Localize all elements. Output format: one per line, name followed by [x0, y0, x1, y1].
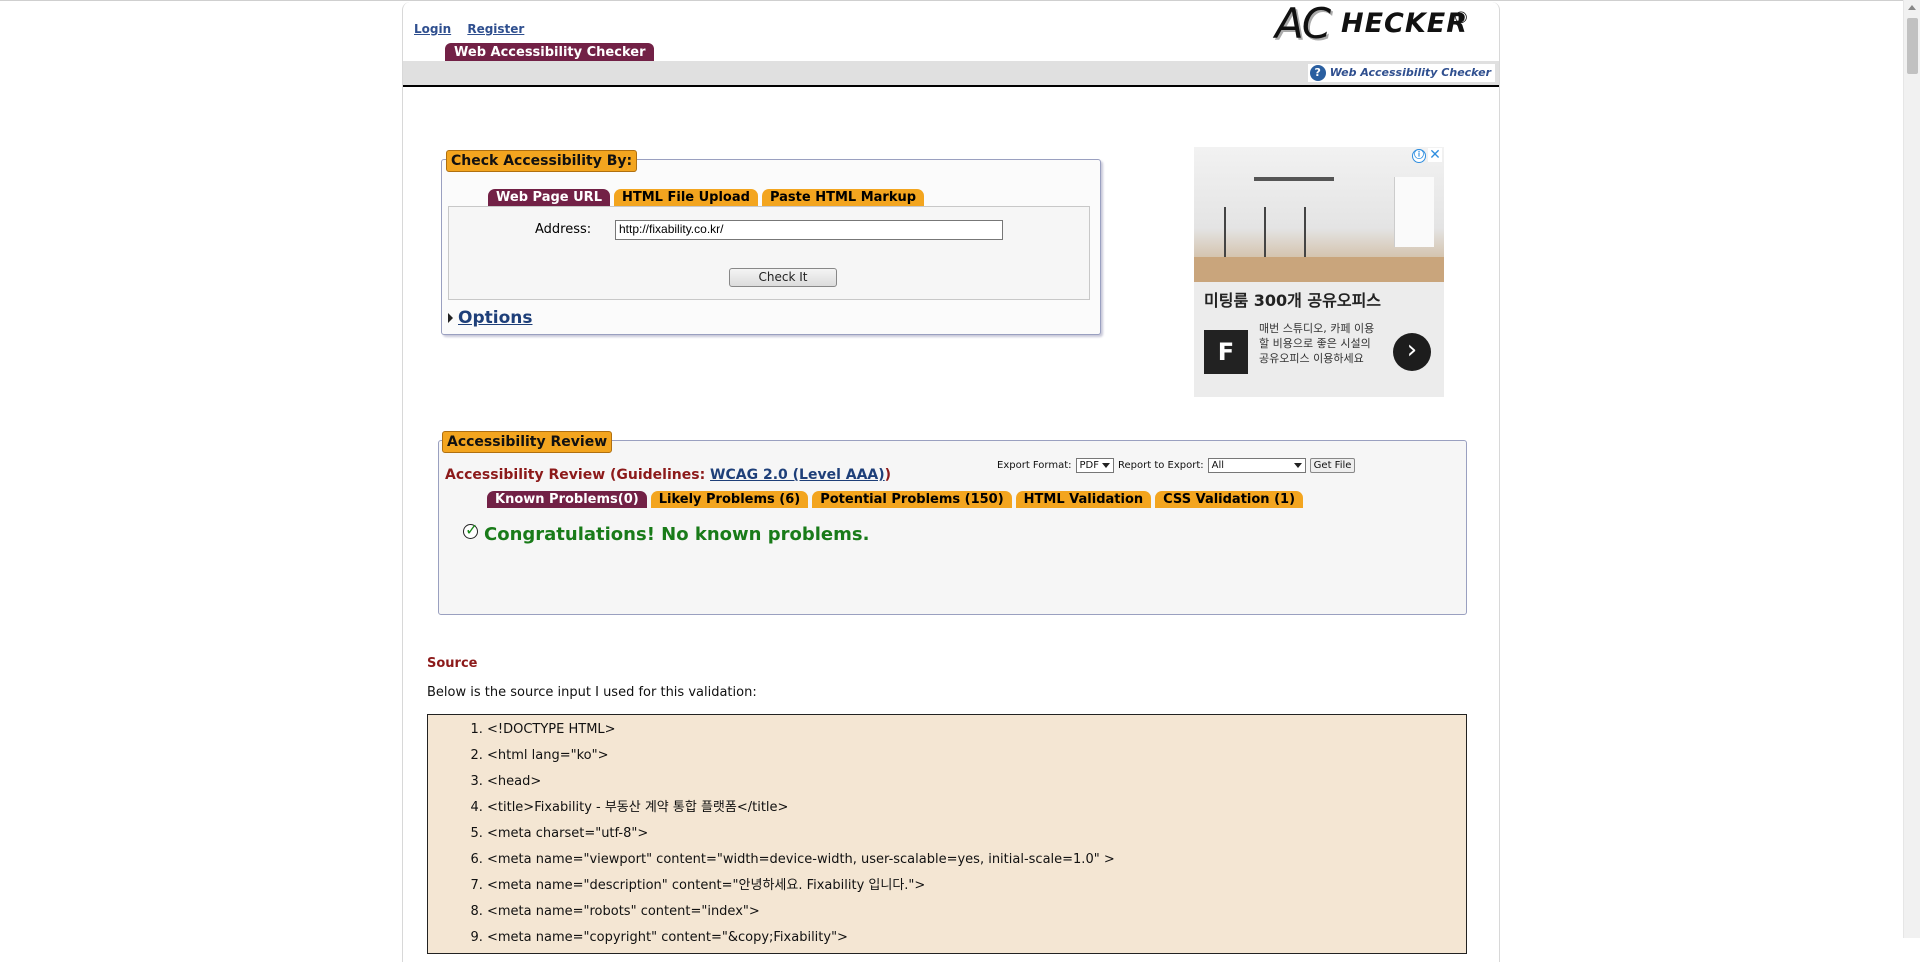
- source-line: <meta charset="utf-8">: [487, 825, 1466, 851]
- check-it-button[interactable]: Check It: [729, 268, 837, 287]
- ad-close-icon[interactable]: ✕: [1428, 148, 1442, 162]
- ad-image-floor: [1194, 257, 1444, 282]
- vertical-scrollbar[interactable]: [1903, 0, 1920, 938]
- address-label: Address:: [535, 222, 592, 237]
- tab-html-file-upload[interactable]: HTML File Upload: [613, 189, 758, 206]
- tab-likely-problems[interactable]: Likely Problems (6): [650, 491, 809, 508]
- logo-hecker: HECKER: [1341, 8, 1469, 39]
- source-line: <meta name="copyright" content="&copy;Fi…: [487, 929, 1466, 953]
- check-icon: [463, 520, 478, 539]
- ad-image-light: [1254, 177, 1334, 181]
- scroll-up-arrow-icon[interactable]: [1908, 5, 1916, 10]
- report-export-select[interactable]: All: [1207, 458, 1306, 473]
- top-border: [0, 0, 1903, 1]
- review-title-suffix: ): [884, 467, 892, 483]
- login-link[interactable]: Login: [414, 22, 451, 36]
- tab-potential-problems[interactable]: Potential Problems (150): [812, 491, 1012, 508]
- ad-image: [1194, 147, 1444, 282]
- source-line: <meta name="robots" content="index">: [487, 903, 1466, 929]
- report-export-label: Report to Export:: [1118, 460, 1204, 471]
- tab-web-page-url[interactable]: Web Page URL: [488, 189, 610, 206]
- get-file-button[interactable]: Get File: [1309, 458, 1356, 473]
- main-nav-tab[interactable]: Web Accessibility Checker: [445, 43, 655, 61]
- url-form: Address: http://fixability.co.kr/ Check …: [448, 206, 1090, 300]
- congrats-text: Congratulations! No known problems.: [484, 524, 870, 545]
- logo-ac: AC: [1275, 0, 1331, 48]
- check-legend: Check Accessibility By:: [446, 150, 638, 172]
- export-controls: Export Format: PDF Report to Export: All…: [997, 458, 1356, 473]
- source-lines: <!DOCTYPE HTML> <html lang="ko"> <head> …: [428, 715, 1466, 953]
- source-line: <meta name="viewport" content="width=dev…: [487, 851, 1466, 877]
- address-input[interactable]: http://fixability.co.kr/: [615, 220, 1003, 240]
- source-line: <head>: [487, 773, 1466, 799]
- export-format-label: Export Format:: [997, 460, 1072, 471]
- register-link[interactable]: Register: [467, 22, 524, 36]
- ad-brand-logo: F: [1204, 330, 1248, 374]
- review-tabs: Known Problems(0) Likely Problems (6) Po…: [487, 491, 1304, 508]
- ad-next-arrow-icon[interactable]: ›: [1393, 333, 1431, 371]
- source-line: <meta name="description" content="안녕하세요.…: [487, 877, 1466, 903]
- guideline-link[interactable]: WCAG 2.0 (Level AAA): [710, 467, 885, 483]
- tab-known-problems[interactable]: Known Problems(0): [487, 491, 647, 508]
- source-line: <!DOCTYPE HTML>: [487, 721, 1466, 747]
- options-toggle[interactable]: Options: [448, 308, 532, 328]
- logo-registered-mark: ®: [1453, 8, 1469, 27]
- source-line: <title>Fixability - 부동산 계약 통합 플랫폼</title…: [487, 799, 1466, 825]
- help-icon: ?: [1309, 65, 1326, 81]
- tab-css-validation[interactable]: CSS Validation (1): [1155, 491, 1304, 508]
- achecker-logo: AC HECKER ®: [1273, 0, 1473, 48]
- help-link[interactable]: ? Web Accessibility Checker: [1307, 64, 1495, 82]
- ad-info-icon[interactable]: ⓘ: [1412, 149, 1426, 163]
- tab-paste-html-markup[interactable]: Paste HTML Markup: [761, 189, 925, 206]
- source-line: <html lang="ko">: [487, 747, 1466, 773]
- tab-html-validation[interactable]: HTML Validation: [1015, 491, 1152, 508]
- page-container: Login Register AC HECKER ® Web Accessibi…: [402, 0, 1500, 962]
- check-tabs: Web Page URL HTML File Upload Paste HTML…: [488, 189, 925, 206]
- source-intro: Below is the source input I used for thi…: [427, 685, 757, 700]
- review-title-prefix: Accessibility Review (Guidelines:: [445, 467, 711, 483]
- options-label: Options: [458, 308, 533, 328]
- header-bar: ? Web Accessibility Checker: [403, 61, 1499, 87]
- export-format-select[interactable]: PDF: [1075, 458, 1115, 473]
- help-link-label: Web Accessibility Checker: [1329, 66, 1491, 79]
- advertisement[interactable]: ⓘ ✕ 미팅룸 300개 공유오피스 F 매번 스튜디오, 카페 이용할 비용으…: [1194, 147, 1444, 397]
- expand-arrow-icon: [448, 313, 453, 323]
- review-legend: Accessibility Review: [442, 431, 613, 453]
- review-title: Accessibility Review (Guidelines: WCAG 2…: [445, 467, 891, 483]
- scrollbar-thumb[interactable]: [1907, 18, 1918, 74]
- ad-description: 매번 스튜디오, 카페 이용할 비용으로 좋은 시설의 공유오피스 이용하세요: [1259, 322, 1375, 365]
- congrats-message: Congratulations! No known problems.: [463, 520, 870, 545]
- ad-image-door: [1394, 177, 1434, 247]
- accessibility-review-panel: Accessibility Review Accessibility Revie…: [438, 431, 1467, 615]
- ad-headline: 미팅룸 300개 공유오피스: [1204, 291, 1382, 310]
- check-accessibility-panel: Check Accessibility By: Web Page URL HTM…: [441, 150, 1101, 335]
- source-heading: Source: [427, 656, 478, 671]
- header-links: Login Register: [414, 22, 536, 36]
- source-code-box: <!DOCTYPE HTML> <html lang="ko"> <head> …: [427, 714, 1467, 954]
